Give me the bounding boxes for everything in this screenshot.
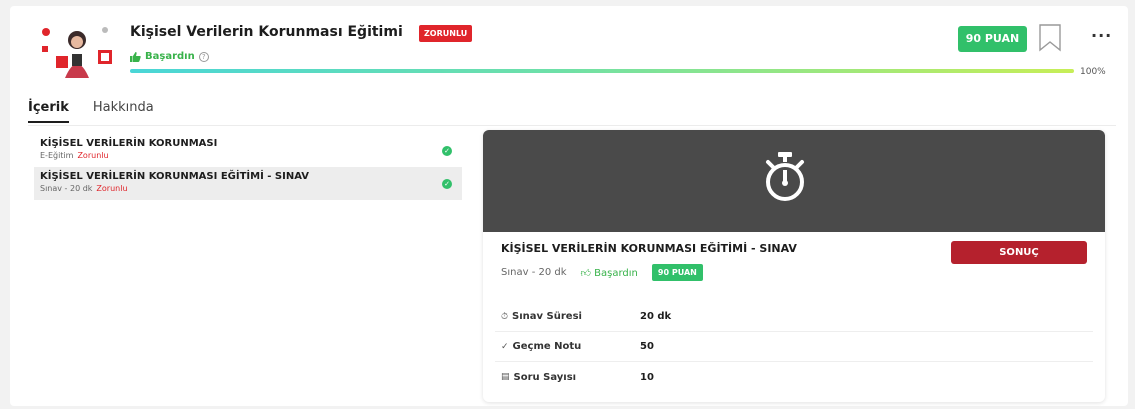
item-required: Zorunlu: [77, 151, 109, 160]
required-badge: ZORUNLU: [419, 25, 473, 42]
tab-about[interactable]: Hakkında: [93, 100, 154, 123]
completed-check-icon: ✓: [442, 179, 452, 189]
clock-icon: ⏱: [501, 311, 509, 322]
progress-fill: [130, 69, 1074, 73]
tab-bar: İçerik Hakkında: [28, 100, 154, 123]
item-type: Sınav - 20 dk: [40, 184, 93, 193]
thumbs-up-icon: 👍︎: [580, 267, 591, 279]
more-options-icon[interactable]: ···: [1091, 26, 1112, 45]
exam-detail-panel: KİŞİSEL VERİLERİN KORUNMASI EĞİTİMİ - SI…: [483, 130, 1105, 402]
spec-label: ✓ Geçme Notu: [495, 341, 640, 352]
course-title: Kişisel Verilerin Korunması Eğitimi: [130, 24, 403, 40]
help-icon[interactable]: ?: [198, 51, 209, 62]
course-status: Başardın ?: [130, 51, 209, 62]
exam-status: 👍︎ Başardın: [581, 267, 638, 279]
tab-content[interactable]: İçerik: [28, 100, 69, 123]
spec-row: ▤ Soru Sayısı 10: [495, 362, 1093, 392]
exam-meta: Sınav - 20 dk 👍︎ Başardın 90 PUAN: [501, 264, 703, 281]
list-item[interactable]: KİŞİSEL VERİLERİN KORUNMASI EĞİTİMİ - SI…: [34, 167, 462, 200]
item-type: E-Eğitim: [40, 151, 74, 160]
spec-row: ⏱ Sınav Süresi 20 dk: [495, 302, 1093, 332]
spec-label-text: Geçme Notu: [512, 341, 582, 352]
divider: [28, 125, 1116, 126]
list-icon: ▤: [501, 372, 510, 382]
points-badge: 90 PUAN: [958, 26, 1027, 52]
completed-check-icon: ✓: [442, 146, 452, 156]
spec-label-text: Sınav Süresi: [512, 311, 582, 322]
result-button[interactable]: SONUÇ: [951, 241, 1087, 264]
content-list: KİŞİSEL VERİLERİN KORUNMASI E-Eğitim Zoru…: [34, 134, 462, 200]
course-status-label: Başardın: [145, 51, 195, 62]
spec-label: ⏱ Sınav Süresi: [495, 311, 640, 322]
spec-label-text: Soru Sayısı: [513, 371, 577, 383]
check-icon: ✓: [501, 341, 509, 352]
course-thumbnail: [42, 27, 112, 78]
bookmark-icon[interactable]: [1038, 24, 1062, 52]
list-item[interactable]: KİŞİSEL VERİLERİN KORUNMASI E-Eğitim Zoru…: [34, 134, 462, 167]
item-title: KİŞİSEL VERİLERİN KORUNMASI EĞİTİMİ - SI…: [40, 171, 310, 182]
thumbs-up-icon: [130, 51, 141, 62]
exam-hero: [483, 130, 1105, 232]
exam-type: Sınav - 20 dk: [501, 267, 567, 278]
stopwatch-icon: [766, 152, 804, 201]
spec-label: ▤ Soru Sayısı: [495, 372, 640, 383]
item-meta: E-Eğitim Zorunlu: [40, 151, 456, 160]
item-required: Zorunlu: [96, 184, 128, 193]
spec-value: 10: [640, 371, 654, 383]
item-meta: Sınav - 20 dk Zorunlu: [40, 184, 456, 193]
exam-status-label: Başardın: [594, 267, 638, 279]
progress-bar: [130, 69, 1074, 73]
spec-value: 50: [640, 341, 654, 352]
item-title: KİŞİSEL VERİLERİN KORUNMASI: [40, 138, 218, 149]
exam-title: KİŞİSEL VERİLERİN KORUNMASI EĞİTİMİ - SI…: [501, 242, 797, 255]
progress-percent: 100%: [1080, 67, 1106, 77]
spec-row: ✓ Geçme Notu 50: [495, 332, 1093, 362]
spec-value: 20 dk: [640, 311, 672, 322]
exam-specs: ⏱ Sınav Süresi 20 dk ✓ Geçme Notu 50 ▤ S…: [495, 302, 1093, 392]
exam-points-badge: 90 PUAN: [651, 264, 703, 281]
